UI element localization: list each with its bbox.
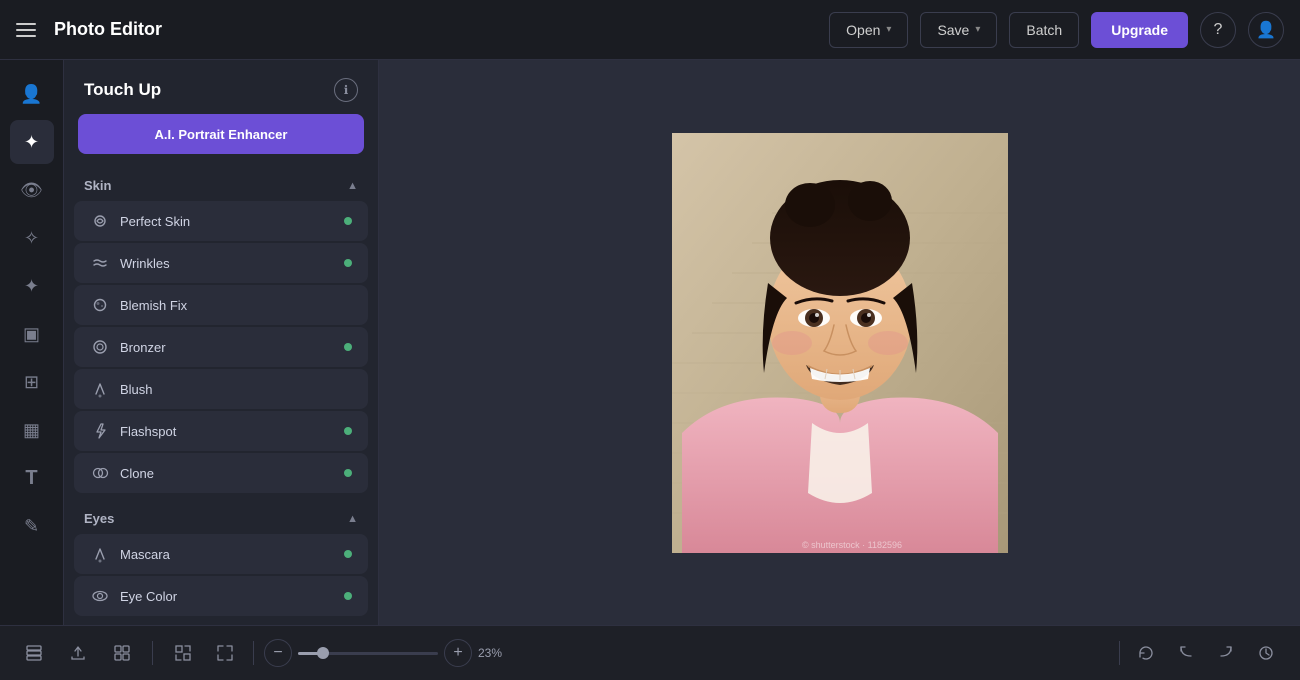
tool-item-perfect-skin[interactable]: Perfect Skin [74, 201, 368, 241]
clone-dot [344, 469, 352, 477]
bronzer-label: Bronzer [120, 340, 166, 355]
canvas-area[interactable]: © shutterstock · 1182596 [379, 60, 1300, 625]
perfect-skin-icon [90, 211, 110, 231]
icon-bar: 👤 ✦ 👁 ✧ ✦ ▣ ⊞ ▦ T ✎ [0, 60, 64, 625]
portrait-image: © shutterstock · 1182596 [672, 133, 1008, 553]
skin-section-chevron-icon: ▲ [347, 180, 358, 192]
mascara-label: Mascara [120, 547, 170, 562]
menu-icon[interactable] [16, 23, 36, 37]
bottombar: − + 23% [0, 625, 1300, 680]
mascara-icon [90, 544, 110, 564]
tool-item-bronzer[interactable]: Bronzer [74, 327, 368, 367]
blush-icon [90, 379, 110, 399]
grid-icon-button[interactable] [104, 635, 140, 671]
svg-text:© shutterstock · 1182596: © shutterstock · 1182596 [801, 540, 901, 550]
bottom-right-controls [1115, 635, 1284, 671]
separator-1 [152, 641, 153, 665]
blush-label: Blush [120, 382, 153, 397]
account-icon-button[interactable]: 👤 [1248, 12, 1284, 48]
fit-button[interactable] [207, 635, 243, 671]
info-icon[interactable]: ℹ [334, 78, 358, 102]
sidebar-item-objects[interactable]: ⊞ [10, 360, 54, 404]
skin-section-title: Skin [84, 178, 111, 193]
sidebar-item-adjust[interactable]: ✦ [10, 120, 54, 164]
bronzer-icon [90, 337, 110, 357]
perfect-skin-dot [344, 217, 352, 225]
sidebar-item-portrait[interactable]: 👤 [10, 72, 54, 116]
help-icon-button[interactable]: ? [1200, 12, 1236, 48]
blemish-fix-dot [344, 301, 352, 309]
sidebar-item-text[interactable]: T [10, 456, 54, 500]
photo-container: © shutterstock · 1182596 [672, 133, 1008, 553]
skin-section-header[interactable]: Skin ▲ [64, 168, 378, 199]
sidebar-item-frame[interactable]: ▣ [10, 312, 54, 356]
flashspot-label: Flashspot [120, 424, 176, 439]
open-chevron-icon: ▾ [886, 24, 891, 35]
tool-item-wrinkles[interactable]: Wrinkles [74, 243, 368, 283]
perfect-skin-label: Perfect Skin [120, 214, 190, 229]
flashspot-dot [344, 427, 352, 435]
sidebar-item-magic[interactable]: ✧ [10, 216, 54, 260]
layers-icon-button[interactable] [16, 635, 52, 671]
eyes-section-header[interactable]: Eyes ▲ [64, 501, 378, 532]
clone-label: Clone [120, 466, 154, 481]
sidebar-item-eye[interactable]: 👁 [10, 168, 54, 212]
panel-scroll[interactable]: Skin ▲ Perfect Skin [64, 168, 378, 625]
panel-title: Touch Up [84, 80, 161, 100]
eyes-section-chevron-icon: ▲ [347, 513, 358, 525]
zoom-minus-button[interactable]: − [264, 639, 292, 667]
zoom-thumb [317, 647, 329, 659]
topbar: Photo Editor Open ▾ Save ▾ Batch Upgrade… [0, 0, 1300, 60]
blemish-fix-icon [90, 295, 110, 315]
undo-button[interactable] [1168, 635, 1204, 671]
zoom-controls: − + 23% [165, 635, 514, 671]
flashspot-icon [90, 421, 110, 441]
reset-icon-button[interactable] [1128, 635, 1164, 671]
separator-2 [253, 641, 254, 665]
clone-icon [90, 463, 110, 483]
ai-portrait-enhancer-button[interactable]: A.I. Portrait Enhancer [78, 114, 364, 154]
batch-button[interactable]: Batch [1009, 12, 1079, 48]
eye-color-icon [90, 586, 110, 606]
upgrade-button[interactable]: Upgrade [1091, 12, 1188, 48]
fit-screen-button[interactable] [165, 635, 201, 671]
save-button[interactable]: Save ▾ [920, 12, 997, 48]
bronzer-dot [344, 343, 352, 351]
wrinkles-dot [344, 259, 352, 267]
separator-3 [1119, 641, 1120, 665]
panel-header: Touch Up ℹ [64, 60, 378, 114]
zoom-label: 23% [478, 646, 514, 660]
wrinkles-label: Wrinkles [120, 256, 170, 271]
zoom-plus-button[interactable]: + [444, 639, 472, 667]
eye-color-dot [344, 592, 352, 600]
blemish-fix-label: Blemish Fix [120, 298, 187, 313]
save-chevron-icon: ▾ [975, 24, 980, 35]
eye-color-label: Eye Color [120, 589, 177, 604]
zoom-slider[interactable] [298, 652, 438, 655]
panel: Touch Up ℹ A.I. Portrait Enhancer Skin ▲ [64, 60, 379, 625]
history-button[interactable] [1248, 635, 1284, 671]
mascara-dot [344, 550, 352, 558]
tool-item-mascara[interactable]: Mascara [74, 534, 368, 574]
export-icon-button[interactable] [60, 635, 96, 671]
eyes-section-title: Eyes [84, 511, 114, 526]
main-area: 👤 ✦ 👁 ✧ ✦ ▣ ⊞ ▦ T ✎ Touch Up ℹ A.I. Port… [0, 60, 1300, 625]
tool-item-blush[interactable]: Blush [74, 369, 368, 409]
app-title: Photo Editor [54, 19, 162, 40]
tool-item-flashspot[interactable]: Flashspot [74, 411, 368, 451]
redo-button[interactable] [1208, 635, 1244, 671]
tool-item-eye-color[interactable]: Eye Color [74, 576, 368, 616]
open-button[interactable]: Open ▾ [829, 12, 908, 48]
sidebar-item-fx[interactable]: ✦ [10, 264, 54, 308]
sidebar-item-texture[interactable]: ▦ [10, 408, 54, 452]
tool-item-blemish-fix[interactable]: Blemish Fix [74, 285, 368, 325]
tool-item-clone[interactable]: Clone [74, 453, 368, 493]
wrinkles-icon [90, 253, 110, 273]
blush-dot [344, 385, 352, 393]
sidebar-item-draw[interactable]: ✎ [10, 504, 54, 548]
